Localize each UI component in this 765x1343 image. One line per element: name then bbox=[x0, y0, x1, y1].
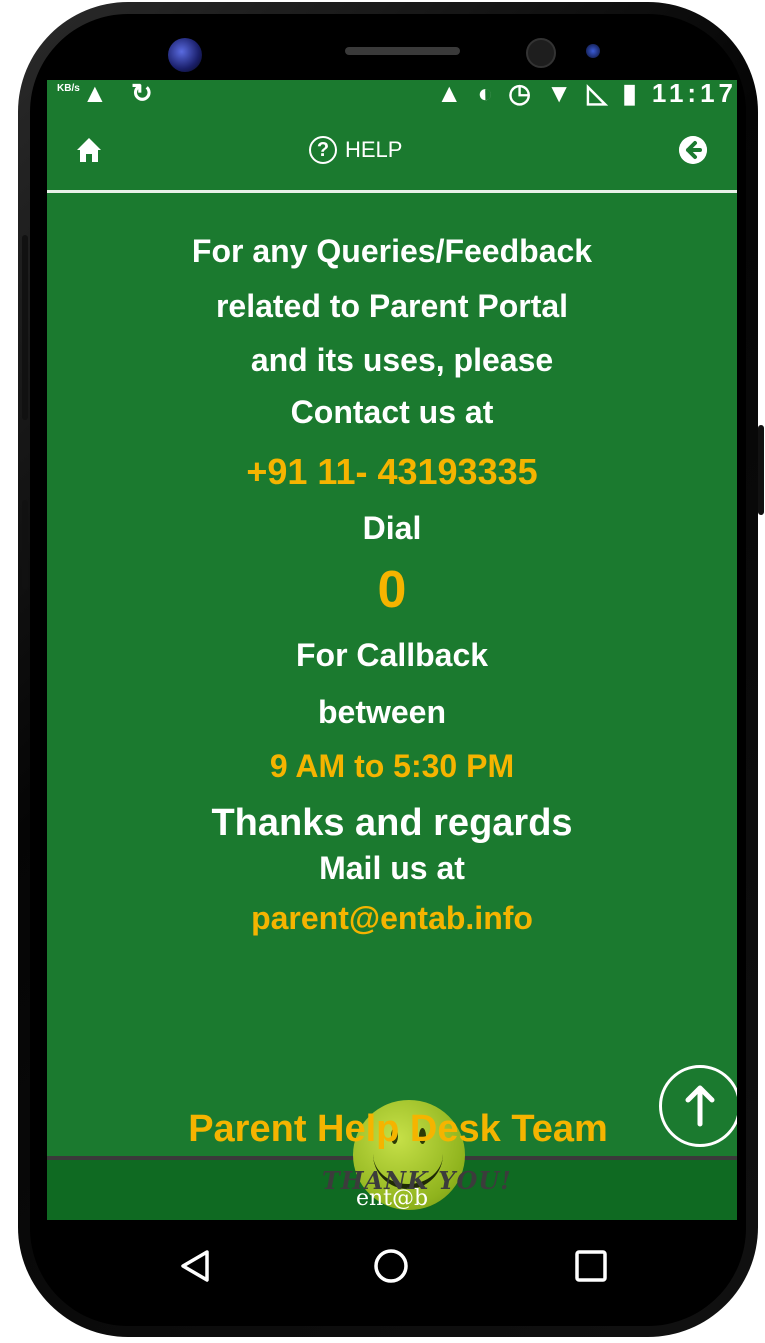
triangle-back-icon[interactable] bbox=[177, 1248, 213, 1284]
help-icon: ? bbox=[309, 136, 337, 164]
entab-logo: ent@b bbox=[355, 1186, 429, 1211]
volume-button bbox=[22, 235, 28, 420]
status-bar: KB/s ▲ ↻ ▲ ◐ ◷ ▼ ◺ ▮ 11:17 bbox=[47, 80, 737, 112]
intro-line-3: and its uses, please bbox=[250, 342, 554, 378]
page-title: ? HELP bbox=[309, 136, 402, 164]
bixby-button bbox=[22, 500, 28, 590]
arrow-up-icon bbox=[685, 1085, 715, 1127]
between-label: between bbox=[317, 694, 447, 730]
phone-number[interactable]: +91 11- 43193335 bbox=[47, 451, 737, 493]
earpiece-speaker bbox=[345, 47, 460, 55]
notification-icons: ▲ ↻ bbox=[82, 80, 161, 108]
intro-line-2: related to Parent Portal bbox=[215, 288, 569, 324]
mail-label: Mail us at bbox=[319, 850, 465, 886]
network-speed: KB/s bbox=[57, 83, 80, 94]
dial-label: Dial bbox=[362, 510, 422, 546]
proximity-sensor bbox=[526, 38, 556, 68]
square-recents-icon[interactable] bbox=[573, 1248, 609, 1284]
thanks-text: Thanks and regards bbox=[211, 802, 573, 844]
contact-label: Contact us at bbox=[290, 394, 494, 430]
page-title-text: HELP bbox=[345, 137, 403, 162]
scroll-to-top-button[interactable] bbox=[659, 1065, 737, 1147]
app-toolbar: ? HELP bbox=[47, 112, 737, 193]
callback-label: For Callback bbox=[295, 637, 489, 673]
system-status-icons: ▲ ◐ ◷ ▼ ◺ ▮ 11:17 bbox=[436, 80, 737, 108]
intro-line-1: For any Queries/Feedback bbox=[191, 233, 593, 269]
callback-hours: 9 AM to 5:30 PM bbox=[269, 748, 515, 784]
iris-sensor bbox=[586, 44, 600, 58]
power-button bbox=[758, 425, 764, 515]
home-icon[interactable] bbox=[75, 136, 103, 164]
front-camera bbox=[168, 38, 202, 72]
team-signature: Parent Help Desk Team bbox=[188, 1108, 608, 1150]
circle-home-icon[interactable] bbox=[373, 1248, 409, 1284]
app-screen: KB/s ▲ ↻ ▲ ◐ ◷ ▼ ◺ ▮ 11:17 ? HELP For an… bbox=[47, 80, 737, 1220]
email-link[interactable]: parent@entab.info bbox=[47, 900, 737, 937]
arrow-left-circle-icon[interactable] bbox=[679, 136, 707, 164]
dial-value: 0 bbox=[377, 561, 407, 619]
android-nav-bar bbox=[47, 1220, 737, 1310]
